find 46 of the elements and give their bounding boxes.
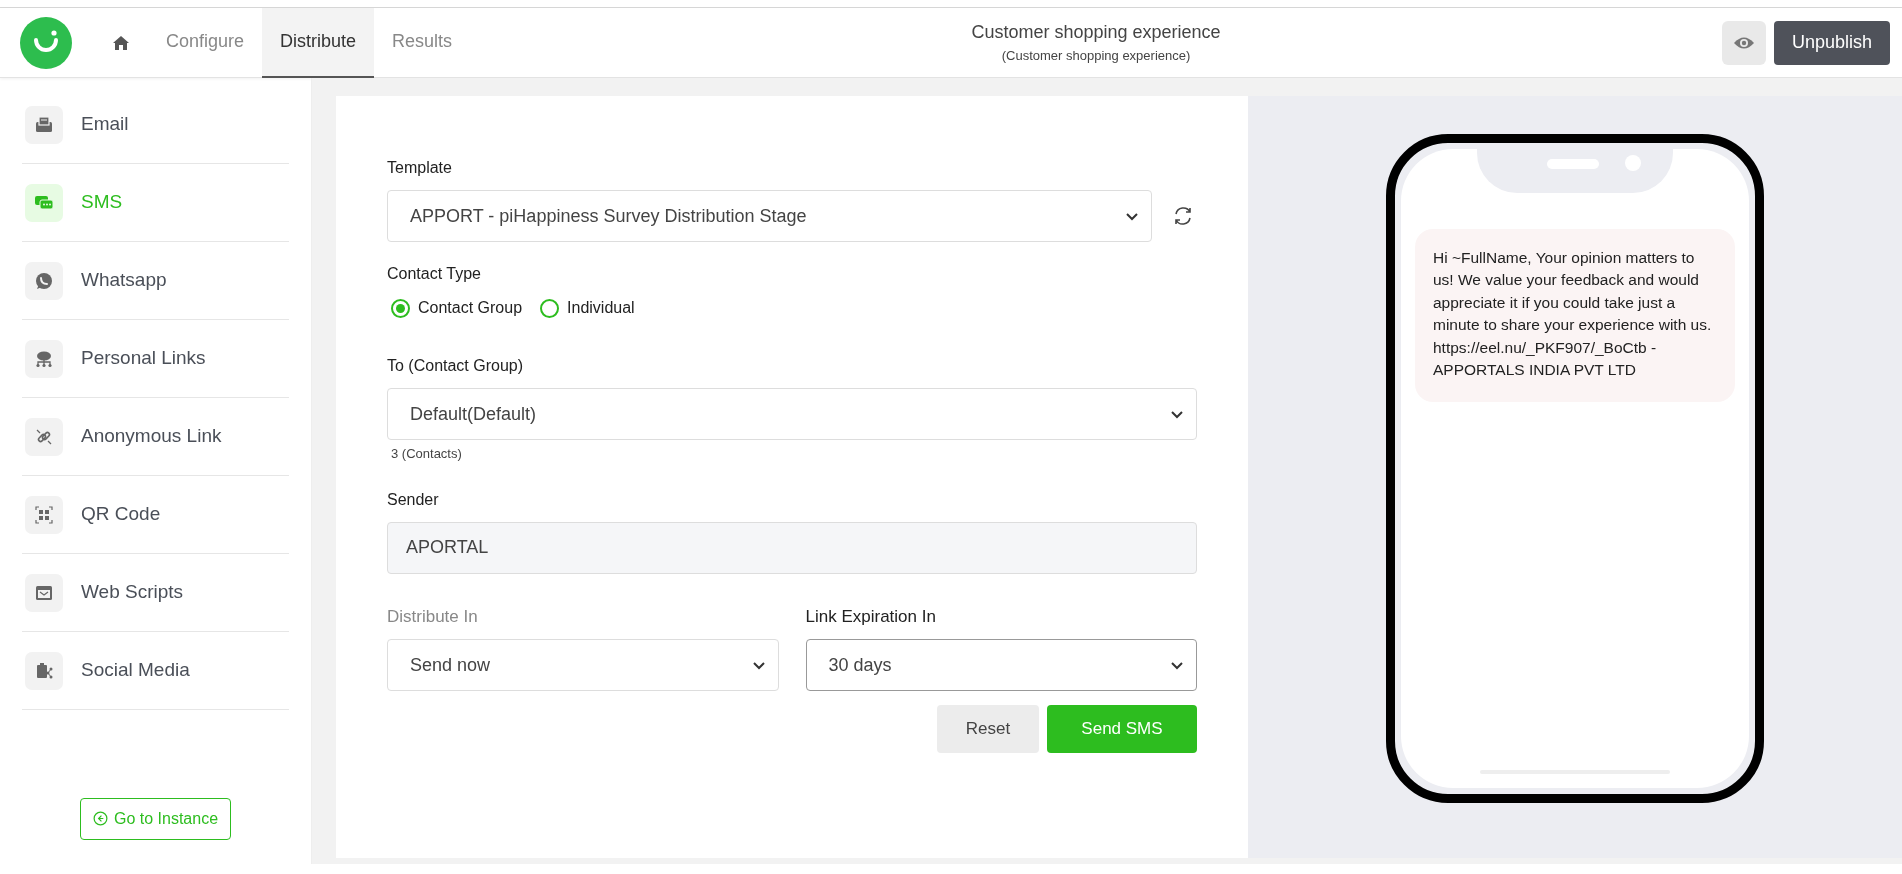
radio-label: Individual [567, 298, 635, 318]
sidebar-item[interactable]: Personal Links [81, 344, 206, 373]
link-expiration-select[interactable]: 30 days [805, 639, 1197, 691]
reset-button[interactable]: Reset [937, 705, 1039, 753]
sidebar-item[interactable]: Web Scripts [81, 578, 184, 607]
eye-icon[interactable] [1721, 20, 1766, 65]
qr-code-icon [25, 495, 63, 534]
nav-tab[interactable]: Distribute [262, 7, 375, 78]
radio-label: Contact Group [418, 298, 523, 318]
nav-tab[interactable]: Results [374, 7, 471, 78]
chevron-down-icon [751, 660, 766, 670]
chat-phone-icon [25, 261, 63, 300]
cloud-network-icon [25, 339, 63, 378]
browser-window-icon [25, 573, 63, 612]
chevron-down-icon [1125, 211, 1139, 221]
survey-title: Customer shopping experience [970, 21, 1222, 45]
field-label: Contact Type [387, 264, 482, 284]
sidebar-item[interactable]: Anonymous Link [81, 422, 222, 451]
chat-bubbles-icon [25, 183, 63, 222]
field-label: Link Expiration In [805, 605, 937, 628]
link-icon [25, 417, 63, 456]
sidebar-item[interactable]: Social Media [81, 656, 190, 685]
sms-message-preview: Hi ~FullName, Your opinion matters to us! We value your feedback and would appreciate it if you could take just a minute to share your experience with us. https://eel.nu/_PKF907/_BoCtb - APPORTALS INDIA PVT LTD [1415, 229, 1735, 402]
radio-button[interactable] [540, 298, 560, 318]
distribute-in-select[interactable]: Send now [387, 639, 779, 691]
sender-field[interactable]: APORTAL [387, 521, 1197, 574]
nav-tab[interactable]: Configure [148, 7, 263, 78]
sidebar-item[interactable]: Whatsapp [81, 266, 167, 295]
radio-button[interactable] [391, 298, 410, 318]
contact-group-select[interactable]: Default(Default) [387, 388, 1197, 440]
template-select[interactable]: APPORT - piHappiness Survey Distribution Stage [387, 190, 1152, 242]
envelope-icon [25, 105, 63, 144]
survey-subtitle: (Customer shopping experience) [1000, 47, 1192, 66]
refresh-icon[interactable] [1172, 205, 1194, 227]
sidebar-item[interactable]: Email [81, 110, 129, 139]
field-label: Distribute In [387, 605, 479, 628]
chevron-down-icon [1170, 409, 1184, 419]
field-label: To (Contact Group) [387, 356, 525, 376]
contact-count: 3 (Contacts) [391, 445, 463, 463]
field-label: Sender [387, 489, 440, 510]
clipboard-share-icon [25, 651, 63, 690]
chevron-down-icon [1170, 660, 1184, 670]
field-label: Template [387, 158, 453, 178]
logo-icon [20, 16, 72, 69]
unpublish-button[interactable]: Unpublish [1773, 20, 1890, 65]
sidebar-item[interactable]: QR Code [81, 500, 161, 529]
